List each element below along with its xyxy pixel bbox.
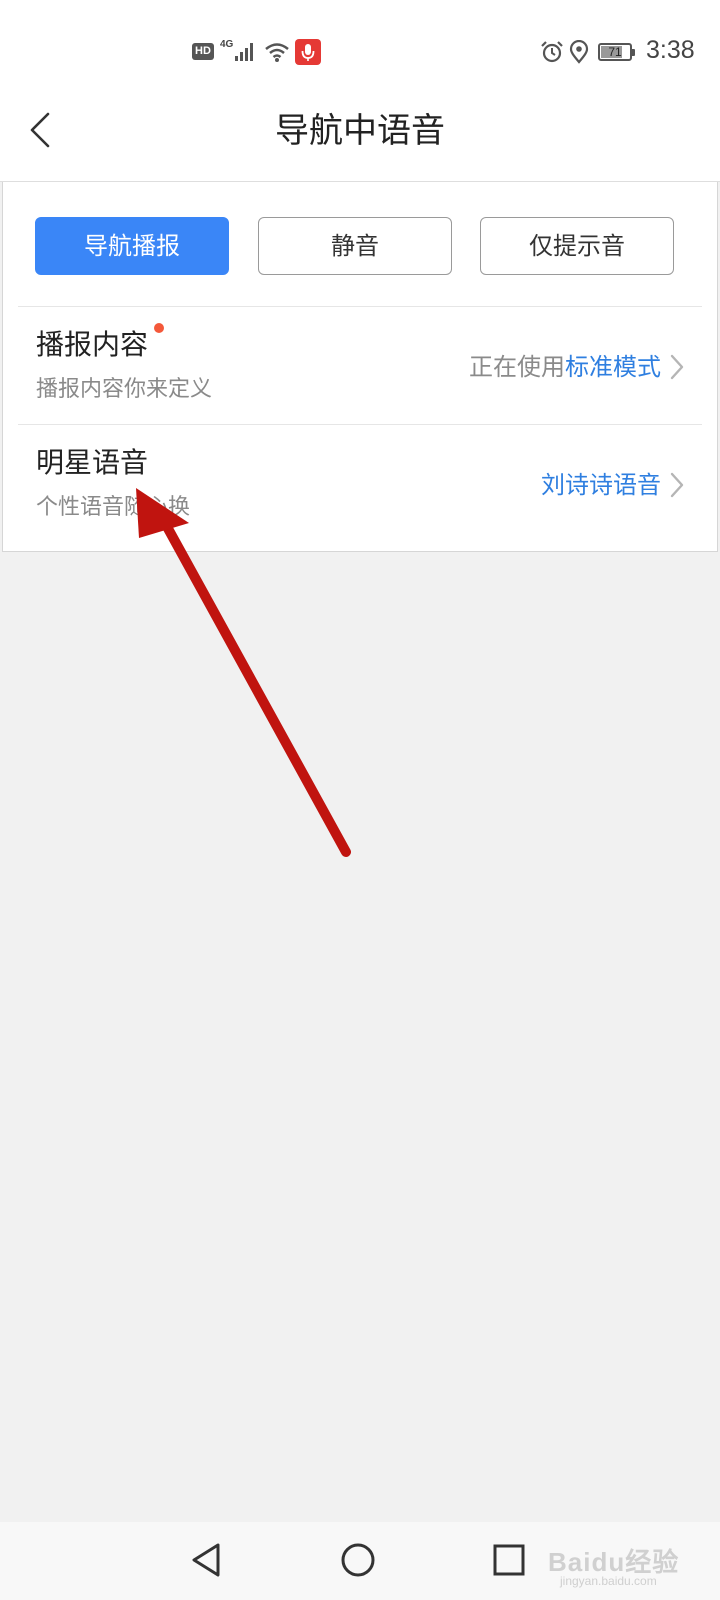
microphone-icon: [295, 39, 321, 65]
chevron-right-icon: [670, 472, 684, 498]
voice-settings-panel: 导航播报 静音 仅提示音 播报内容 播报内容你来定义 正在使用标准模式 明星语音…: [2, 182, 718, 552]
row-subtitle: 播报内容你来定义: [36, 377, 213, 402]
row-title: 明星语音: [36, 446, 149, 479]
alarm-icon: [541, 41, 563, 63]
page-title: 导航中语音: [275, 111, 445, 151]
row-subtitle: 个性语音随心换: [36, 495, 191, 520]
watermark-subtext: jingyan.baidu.com: [560, 1574, 657, 1588]
signal-icon: [235, 43, 253, 61]
celebrity-voice-row[interactable]: 明星语音 个性语音随心换 刘诗诗语音: [3, 425, 717, 543]
system-nav-bar: Baidu经验 jingyan.baidu.com: [0, 1522, 720, 1600]
mode-mute-button[interactable]: 静音: [258, 217, 452, 275]
hd-icon: HD: [192, 43, 214, 60]
wifi-icon: [265, 43, 289, 62]
clock-time: 3:38: [646, 36, 695, 64]
row-title: 播报内容: [36, 328, 149, 361]
home-circle-icon[interactable]: [339, 1541, 377, 1579]
row-value: 刘诗诗语音: [541, 469, 661, 501]
broadcast-content-row[interactable]: 播报内容 播报内容你来定义 正在使用标准模式: [3, 307, 717, 425]
new-badge-dot: [154, 323, 164, 333]
row-value-highlight: 刘诗诗语音: [541, 471, 661, 499]
recents-square-icon[interactable]: [492, 1543, 526, 1577]
chevron-right-icon: [670, 354, 684, 380]
mode-navigation-broadcast-button[interactable]: 导航播报: [35, 217, 229, 275]
location-icon: [569, 40, 589, 64]
network-type-label: 4G: [220, 39, 234, 50]
battery-level-text: 71: [608, 45, 622, 59]
row-value-highlight: 标准模式: [565, 353, 661, 381]
row-value-prefix: 正在使用: [469, 353, 565, 381]
row-value: 正在使用标准模式: [469, 351, 661, 383]
battery-icon: 71: [598, 43, 635, 61]
back-triangle-icon[interactable]: [188, 1541, 224, 1579]
status-bar: HD 4G 71 3:38: [0, 0, 720, 104]
mode-tone-only-button[interactable]: 仅提示音: [480, 217, 674, 275]
